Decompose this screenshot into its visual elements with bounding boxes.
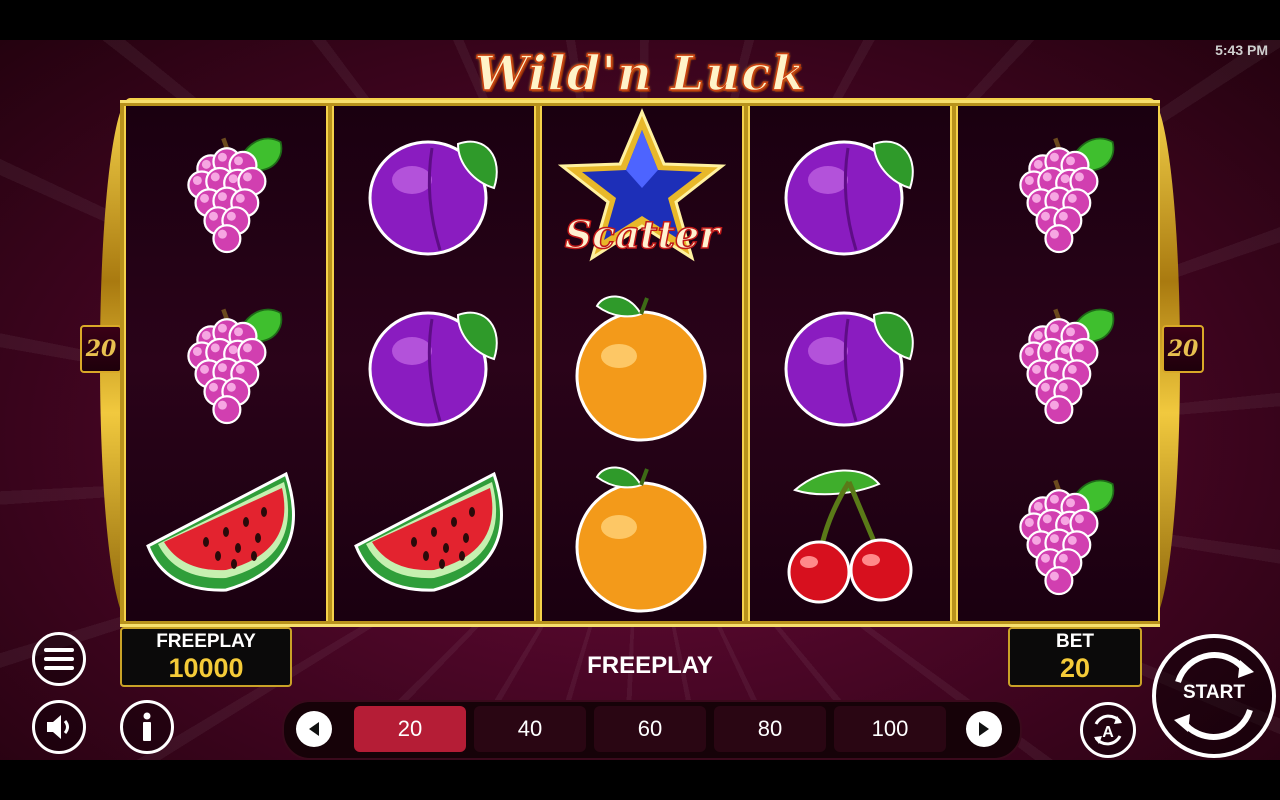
cherries-icon [787,469,913,604]
symbol-watermelon [334,450,534,620]
bet-value: 20 [1059,653,1091,683]
game-logo: Wild'n Luck 20 [473,45,806,167]
symbol-scatter-star: Scatter [542,108,742,278]
symbol-plum [750,108,950,278]
game-screen: 5:43 PM Wild'n Luck 20 20 20 Scatter FRE… [0,40,1280,760]
plum-icon [368,140,498,256]
chevron-right-icon [979,722,989,736]
grapes-icon [1019,137,1115,254]
balance-display: FREEPLAY 10000 [120,627,292,687]
scatter-label: Scatter [565,212,722,257]
grapes-icon [187,308,283,425]
bet-selector: 20 40 60 80 100 [282,700,1022,760]
orange-icon [575,466,707,613]
reel-5 [956,106,1160,621]
plum-icon [784,311,914,427]
start-label: START [1183,682,1245,703]
symbol-plum [750,279,950,449]
reel-4 [748,106,952,621]
symbol-orange [542,450,742,620]
autoplay-icon: A [1094,714,1122,746]
sound-button[interactable] [32,700,86,754]
reel-1 [124,106,328,621]
balance-label: FREEPLAY [156,631,256,652]
symbol-plum [334,279,534,449]
symbol-grapes [958,279,1158,449]
menu-button[interactable] [32,632,86,686]
bet-prev-button[interactable] [296,711,332,747]
symbol-grapes [958,450,1158,620]
bet-option-40[interactable]: 40 [474,706,586,752]
bet-option-20[interactable]: 20 [354,706,466,752]
menu-icon [44,648,74,670]
chevron-left-icon [309,722,319,736]
symbol-cherries [750,450,950,620]
grapes-icon [187,137,283,254]
reel-2 [332,106,536,621]
symbol-orange [542,279,742,449]
watermelon-icon [146,471,295,592]
symbol-grapes [958,108,1158,278]
bet-display: BET 20 [1008,627,1142,687]
grapes-icon [1019,308,1115,425]
status-time: 5:43 PM [1215,42,1268,58]
watermelon-icon [354,471,503,592]
symbol-watermelon [126,450,326,620]
reel-3: Scatter [540,106,744,621]
mode-status: FREEPLAY [587,652,713,679]
reels-area: Scatter [120,100,1160,627]
balance-value: 10000 [168,653,244,683]
symbol-plum [334,108,534,278]
bet-option-80[interactable]: 80 [714,706,826,752]
speaker-icon [47,715,69,739]
symbol-grapes [126,108,326,278]
info-button[interactable] [120,700,174,754]
bet-option-60[interactable]: 60 [594,706,706,752]
bet-option-100[interactable]: 100 [834,706,946,752]
start-button[interactable]: START [1152,634,1276,758]
symbol-grapes [126,279,326,449]
lines-badge-right: 20 [1162,325,1204,373]
plum-icon [368,311,498,427]
svg-text:A: A [1102,724,1114,741]
grapes-icon [1019,479,1115,596]
scatter-star-icon: Scatter [557,108,727,262]
bet-label: BET [1056,631,1094,652]
lines-badge-left: 20 [80,325,122,373]
orange-icon [575,295,707,442]
plum-icon [784,140,914,256]
info-icon [143,712,151,741]
autoplay-button[interactable]: A [1080,702,1136,758]
bet-next-button[interactable] [966,711,1002,747]
